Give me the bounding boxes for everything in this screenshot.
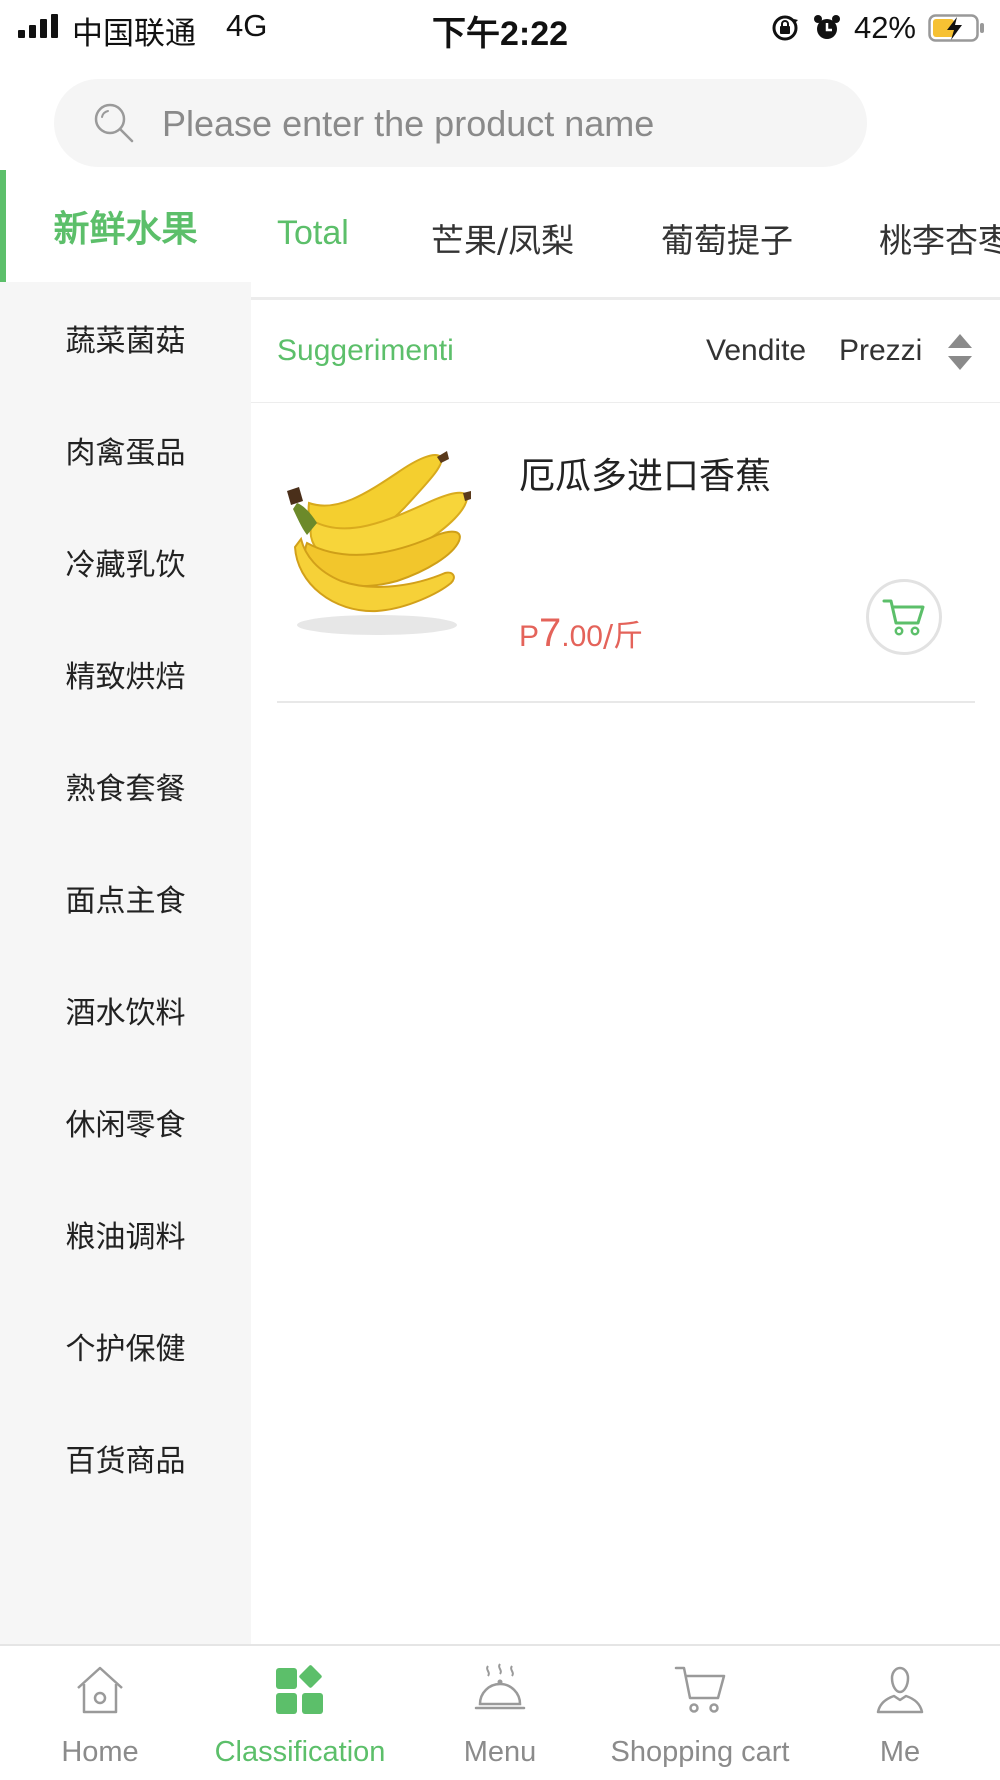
home-icon (77, 1666, 123, 1714)
sort-arrows-icon[interactable] (945, 332, 975, 372)
price-decimal: .00 (561, 620, 603, 653)
search-input[interactable] (160, 79, 844, 169)
sidebar-item-deli-meals[interactable]: 熟食套餐 (0, 730, 251, 842)
sidebar-item-general-goods[interactable]: 百货商品 (0, 1402, 251, 1514)
alarm-icon (813, 15, 840, 39)
tab-stone-fruit[interactable]: 桃李杏枣 (879, 214, 1000, 262)
menu-cloche-icon (474, 1663, 526, 1710)
nav-menu-label: Menu (463, 1736, 537, 1768)
subcategory-tabs: Total 芒果/凤梨 葡萄提子 桃李杏枣 (251, 170, 1000, 298)
sidebar-item-chilled-dairy[interactable]: 冷藏乳饮 (0, 506, 251, 618)
classification-icon (276, 1665, 323, 1714)
tab-grapes[interactable]: 葡萄提子 (661, 214, 793, 262)
nav-me-label: Me (879, 1736, 921, 1768)
sidebar-item-personal-care[interactable]: 个护保健 (0, 1290, 251, 1402)
search-bar[interactable] (54, 79, 867, 169)
category-sidebar: 新鲜水果 蔬菜菌菇 肉禽蛋品 冷藏乳饮 精致烘焙 熟食套餐 面点主食 酒水饮料 … (0, 170, 251, 1644)
bottom-navigation: Home Classification Menu Shopping cart M… (0, 1644, 1000, 1780)
sort-suggested[interactable]: Suggerimenti (277, 334, 454, 368)
sidebar-item-staples[interactable]: 面点主食 (0, 842, 251, 954)
nav-home[interactable]: Home (0, 1646, 200, 1780)
sidebar-item-grain-oil[interactable]: 粮油调料 (0, 1178, 251, 1290)
sort-sales[interactable]: Vendite (706, 334, 806, 368)
nav-shopping-cart-label: Shopping cart (610, 1736, 790, 1768)
price-unit: /斤 (602, 619, 644, 654)
tab-total[interactable]: Total (277, 214, 349, 253)
nav-classification-label: Classification (214, 1736, 386, 1768)
battery-charging-icon (928, 14, 984, 42)
nav-home-label: Home (61, 1736, 139, 1768)
nav-me[interactable]: Me (800, 1646, 1000, 1780)
status-bar: 中国联通 4G 下午2:22 42% (0, 0, 1000, 56)
sidebar-item-bakery[interactable]: 精致烘焙 (0, 618, 251, 730)
rotation-lock-icon (772, 15, 798, 41)
sidebar-item-drinks[interactable]: 酒水饮料 (0, 954, 251, 1066)
add-to-cart-button[interactable] (866, 579, 942, 655)
nav-shopping-cart[interactable]: Shopping cart (600, 1646, 800, 1780)
sidebar-item-snacks[interactable]: 休闲零食 (0, 1066, 251, 1178)
nav-classification[interactable]: Classification (200, 1646, 400, 1780)
tab-mango-pineapple[interactable]: 芒果/凤梨 (431, 214, 574, 262)
sort-price[interactable]: Prezzi (839, 334, 922, 368)
product-card[interactable]: 厄瓜多进口香蕉 P7.00/斤 (251, 403, 1000, 703)
sort-bar: Suggerimenti Vendite Prezzi (251, 300, 1000, 403)
price-prefix: P (519, 620, 540, 653)
product-divider (277, 701, 975, 703)
sidebar-item-meat-eggs[interactable]: 肉禽蛋品 (0, 394, 251, 506)
banana-image[interactable] (277, 443, 487, 653)
sidebar-item-vegetables[interactable]: 蔬菜菌菇 (0, 282, 251, 394)
shopping-cart-icon (674, 1666, 726, 1713)
price-integer: 7 (539, 611, 562, 655)
product-name[interactable]: 厄瓜多进口香蕉 (519, 447, 771, 499)
product-price: P7.00/斤 (519, 611, 643, 656)
person-icon (876, 1666, 924, 1714)
cart-icon (882, 599, 925, 636)
sidebar-item-fresh-fruit[interactable]: 新鲜水果 (0, 170, 251, 282)
search-icon (94, 103, 134, 143)
battery-percent: 42% (853, 10, 916, 45)
nav-menu[interactable]: Menu (400, 1646, 600, 1780)
